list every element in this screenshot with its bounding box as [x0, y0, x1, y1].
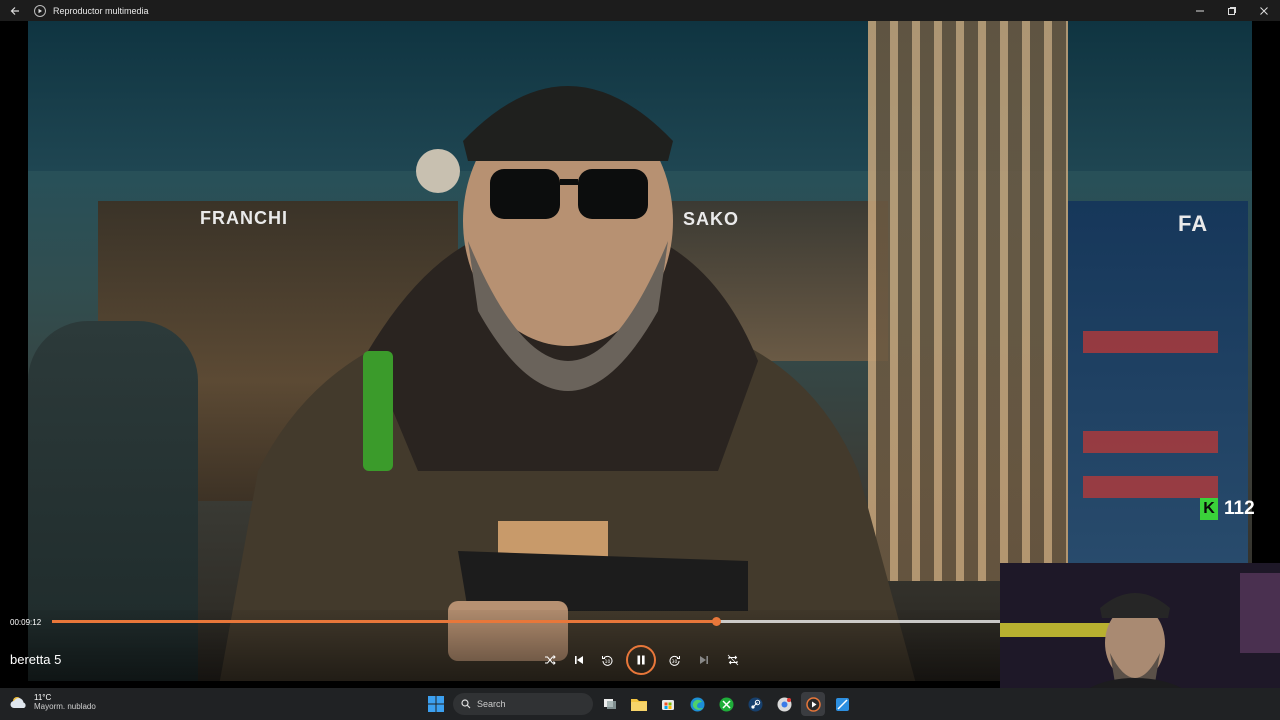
xbox-button[interactable] — [714, 692, 738, 716]
weather-temp: 11°C — [34, 693, 52, 702]
file-explorer-button[interactable] — [627, 692, 651, 716]
back-button[interactable] — [0, 0, 30, 21]
cloud-icon — [10, 697, 26, 708]
k-count-value: 112 — [1224, 498, 1255, 519]
store-button[interactable] — [656, 692, 680, 716]
start-button[interactable] — [424, 692, 448, 716]
edge-button[interactable] — [685, 692, 709, 716]
title-bar: Reproductor multimedia — [0, 0, 1280, 21]
file-explorer-icon — [631, 699, 647, 711]
minimize-icon — [1196, 10, 1204, 11]
search-placeholder: Search — [477, 699, 506, 709]
window-controls — [1184, 0, 1280, 21]
sign-fa: FA — [1178, 211, 1209, 236]
steam-button[interactable] — [743, 692, 767, 716]
k-logo-icon: K — [1200, 498, 1218, 520]
chrome-icon — [777, 697, 791, 711]
task-view-button[interactable] — [598, 692, 622, 716]
minimize-button[interactable] — [1184, 0, 1216, 21]
xbox-icon — [719, 697, 733, 711]
close-button[interactable] — [1248, 0, 1280, 21]
store-icon — [662, 700, 674, 710]
windows-start-icon — [428, 696, 444, 712]
taskbar-pinned: Search — [424, 692, 854, 716]
booth-shelves — [1068, 201, 1248, 601]
svg-text:10: 10 — [605, 659, 611, 665]
playback-buttons: 10 30 — [535, 645, 747, 675]
media-player-icon — [805, 696, 821, 712]
taskbar-search[interactable]: Search — [453, 693, 593, 715]
seek-bar[interactable] — [52, 617, 1000, 626]
media-player-button[interactable] — [801, 692, 825, 716]
repeat-icon — [727, 654, 738, 666]
app-button[interactable] — [830, 692, 854, 716]
seek-bar-handle[interactable] — [711, 617, 721, 626]
repeat-button[interactable] — [718, 645, 747, 675]
seek-bar-progress — [52, 620, 716, 623]
edge-icon — [690, 697, 704, 711]
pause-button[interactable] — [626, 645, 656, 675]
task-view-icon — [604, 699, 616, 709]
weather-widget[interactable]: 11°C Mayorm. nublado — [10, 693, 96, 711]
weather-condition: Mayorm. nublado — [34, 702, 96, 711]
taskbar: 11°C Mayorm. nublado Search — [0, 688, 1280, 720]
search-icon — [461, 699, 471, 709]
media-title: beretta 5 — [10, 652, 62, 667]
restore-icon — [1228, 6, 1236, 15]
previous-button[interactable] — [564, 645, 593, 675]
screen: Reproductor multimedia FRANCHI SAKO FA K… — [0, 0, 1280, 720]
chrome-button[interactable] — [772, 692, 796, 716]
play-circle-icon — [34, 4, 46, 17]
forward-30-button[interactable]: 30 — [660, 645, 689, 675]
shuffle-icon — [544, 655, 556, 665]
svg-text:30: 30 — [672, 659, 678, 665]
next-icon — [699, 656, 708, 664]
rewind-10-icon: 10 — [602, 655, 613, 666]
steam-icon — [748, 697, 762, 711]
previous-icon — [574, 656, 583, 664]
rewind-10-button[interactable]: 10 — [593, 645, 622, 675]
forward-30-icon: 30 — [669, 655, 680, 666]
back-arrow-icon — [10, 6, 19, 15]
app-icon — [835, 697, 849, 711]
current-time: 00:09:12 — [10, 618, 42, 627]
pause-icon — [637, 655, 645, 665]
shuffle-button[interactable] — [535, 645, 564, 675]
window-title: Reproductor multimedia — [53, 5, 149, 16]
k-count-badge: K 112 — [1200, 498, 1255, 520]
next-button[interactable] — [689, 645, 718, 675]
close-icon — [1260, 6, 1268, 15]
presenter-figure — [219, 86, 916, 681]
restore-button[interactable] — [1216, 0, 1248, 21]
